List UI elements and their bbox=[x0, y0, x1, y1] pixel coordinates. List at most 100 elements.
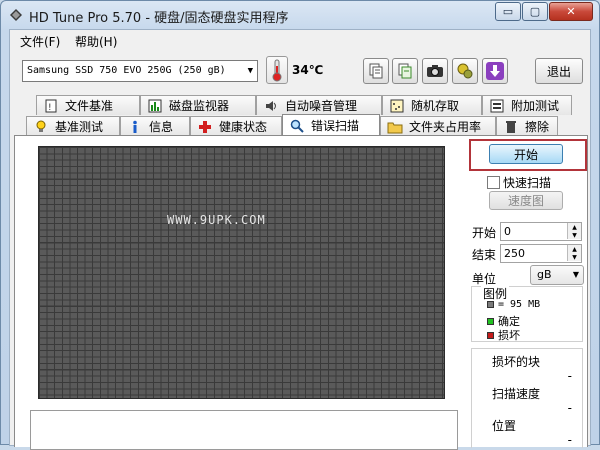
block-map: WWW.9UPK.COM bbox=[38, 146, 445, 399]
legend-row-bad: 损坏 bbox=[487, 327, 520, 343]
tab-noise-management[interactable]: 自动噪音管理 bbox=[256, 95, 382, 115]
screenshot-button[interactable] bbox=[422, 58, 448, 84]
end-field[interactable]: 250 ▲ ▼ bbox=[500, 244, 582, 263]
scan-speed-value: - bbox=[567, 401, 572, 415]
lightbulb-icon bbox=[33, 119, 49, 135]
copy-info-icon bbox=[369, 63, 383, 79]
spin-down-icon[interactable]: ▼ bbox=[567, 253, 581, 261]
file-benchmark-icon: ! bbox=[43, 98, 59, 114]
tab-label: 随机存取 bbox=[411, 99, 460, 113]
maximize-button[interactable]: ▢ bbox=[522, 2, 548, 21]
magnifier-icon bbox=[289, 118, 305, 134]
svg-text:!: ! bbox=[48, 103, 52, 113]
drive-select[interactable]: Samsung SSD 750 EVO 250G (250 gB) ▼ bbox=[22, 60, 258, 82]
spin-up-icon[interactable]: ▲ bbox=[567, 245, 581, 253]
damaged-blocks-value: - bbox=[567, 369, 572, 383]
exit-button-label: 退出 bbox=[546, 64, 571, 79]
damaged-blocks-label: 损坏的块 bbox=[492, 355, 541, 369]
title-bar[interactable]: HD Tune Pro 5.70 - 硬盘/固态硬盘实用程序 ▭ ▢ ✕ bbox=[1, 1, 599, 29]
hdtune-app-icon bbox=[10, 9, 22, 21]
scan-stats: 损坏的块 - 扫描速度 - 位置 - bbox=[471, 348, 583, 448]
app-window: HD Tune Pro 5.70 - 硬盘/固态硬盘实用程序 ▭ ▢ ✕ 文件(… bbox=[0, 0, 600, 450]
spin-down-icon[interactable]: ▼ bbox=[567, 231, 581, 239]
speed-map-label: 速度图 bbox=[507, 194, 544, 208]
caption-buttons: ▭ ▢ ✕ bbox=[494, 2, 593, 21]
drive-select-value: Samsung SSD 750 EVO 250G (250 gB) bbox=[27, 65, 226, 76]
speaker-icon bbox=[263, 98, 279, 114]
tab-label: 擦除 bbox=[525, 120, 550, 134]
copy-screen-button[interactable] bbox=[392, 58, 418, 84]
tab-erase[interactable]: 擦除 bbox=[496, 116, 558, 136]
camera-icon bbox=[427, 65, 443, 77]
download-arrow-icon bbox=[486, 62, 504, 80]
tab-label: 文件夹占用率 bbox=[409, 120, 482, 134]
tab-folder-usage[interactable]: 文件夹占用率 bbox=[380, 116, 496, 136]
tab-label: 错误扫描 bbox=[311, 119, 360, 133]
close-button[interactable]: ✕ bbox=[549, 2, 593, 21]
menu-file[interactable]: 文件(F) bbox=[20, 33, 60, 50]
random-access-icon bbox=[389, 98, 405, 114]
tab-benchmark[interactable]: 基准测试 bbox=[26, 116, 120, 136]
disk-monitor-icon bbox=[147, 98, 163, 114]
copy-info-button[interactable] bbox=[363, 58, 389, 84]
minimize-icon: ▭ bbox=[502, 5, 514, 18]
unit-select[interactable]: gB ▼ bbox=[530, 265, 584, 285]
tab-info[interactable]: 信息 bbox=[120, 116, 190, 136]
chevron-down-icon: ▼ bbox=[247, 66, 253, 76]
legend-block-swatch bbox=[487, 301, 494, 308]
start-button[interactable]: 开始 bbox=[489, 144, 563, 164]
tab-label: 附加测试 bbox=[511, 99, 560, 113]
tab-label: 磁盘监视器 bbox=[169, 99, 230, 113]
tab-label: 信息 bbox=[149, 120, 174, 134]
tab-disk-monitor[interactable]: 磁盘监视器 bbox=[140, 95, 256, 115]
save-button[interactable] bbox=[482, 58, 508, 84]
minimize-button[interactable]: ▭ bbox=[495, 2, 521, 21]
extra-tests-icon bbox=[489, 98, 505, 114]
tab-label: 健康状态 bbox=[219, 120, 268, 134]
legend-box: 图例 = 95 MB 确定 损坏 bbox=[471, 285, 583, 343]
unit-select-value: gB bbox=[537, 268, 552, 281]
legend-ok-swatch bbox=[487, 317, 494, 325]
tab-health[interactable]: 健康状态 bbox=[190, 116, 282, 136]
tab-row-top: ! 文件基准 磁盘监视器 自动噪音管理 随机存取 附加测试 bbox=[36, 95, 572, 115]
copy-screen-icon bbox=[398, 63, 412, 79]
tab-row-bottom: 基准测试 信息 健康状态 错误扫描 文件夹占用率 擦除 bbox=[26, 114, 558, 136]
legend-row-block: = 95 MB bbox=[487, 299, 540, 310]
tab-label: 基准测试 bbox=[55, 120, 104, 134]
thermometer-icon bbox=[266, 56, 288, 84]
tab-error-scan[interactable]: 错误扫描 bbox=[282, 114, 380, 136]
menu-bar: 文件(F) 帮助(H) bbox=[10, 30, 590, 51]
options-button[interactable] bbox=[452, 58, 478, 84]
start-field-label: 开始 bbox=[472, 226, 497, 240]
maximize-icon: ▢ bbox=[529, 5, 541, 18]
speed-map-button[interactable]: 速度图 bbox=[489, 191, 563, 210]
health-cross-icon bbox=[197, 119, 213, 135]
start-field-value: 0 bbox=[504, 225, 511, 238]
end-field-label: 结束 bbox=[472, 248, 497, 262]
tab-file-benchmark[interactable]: ! 文件基准 bbox=[36, 95, 140, 115]
log-box[interactable] bbox=[30, 410, 458, 450]
exit-button[interactable]: 退出 bbox=[535, 58, 583, 84]
window-title: HD Tune Pro 5.70 - 硬盘/固态硬盘实用程序 bbox=[29, 11, 289, 26]
quick-scan-checkbox[interactable] bbox=[487, 176, 500, 189]
scan-speed-label: 扫描速度 bbox=[492, 387, 541, 401]
quick-scan-label: 快速扫描 bbox=[503, 176, 552, 190]
tab-label: 自动噪音管理 bbox=[285, 99, 358, 113]
menu-help[interactable]: 帮助(H) bbox=[75, 33, 117, 50]
start-button-label: 开始 bbox=[513, 147, 538, 162]
error-scan-panel: WWW.9UPK.COM 开始 快速扫描 速度图 开始 0 ▲ ▼ 结束 250… bbox=[14, 135, 588, 450]
tab-random-access[interactable]: 随机存取 bbox=[382, 95, 482, 115]
quick-scan-option[interactable]: 快速扫描 bbox=[487, 174, 551, 191]
tab-extra-tests[interactable]: 附加测试 bbox=[482, 95, 572, 115]
options-icon bbox=[457, 63, 473, 79]
close-icon: ✕ bbox=[566, 5, 576, 18]
spin-up-icon[interactable]: ▲ bbox=[567, 223, 581, 231]
start-field[interactable]: 0 ▲ ▼ bbox=[500, 222, 582, 241]
folder-icon bbox=[387, 119, 403, 135]
client-area: 文件(F) 帮助(H) Samsung SSD 750 EVO 250G (25… bbox=[9, 29, 591, 450]
tab-label: 文件基准 bbox=[65, 99, 114, 113]
position-label: 位置 bbox=[492, 419, 517, 433]
info-icon bbox=[127, 119, 143, 135]
legend-block-size: = 95 MB bbox=[498, 299, 541, 310]
temperature-value: 34℃ bbox=[292, 63, 324, 77]
